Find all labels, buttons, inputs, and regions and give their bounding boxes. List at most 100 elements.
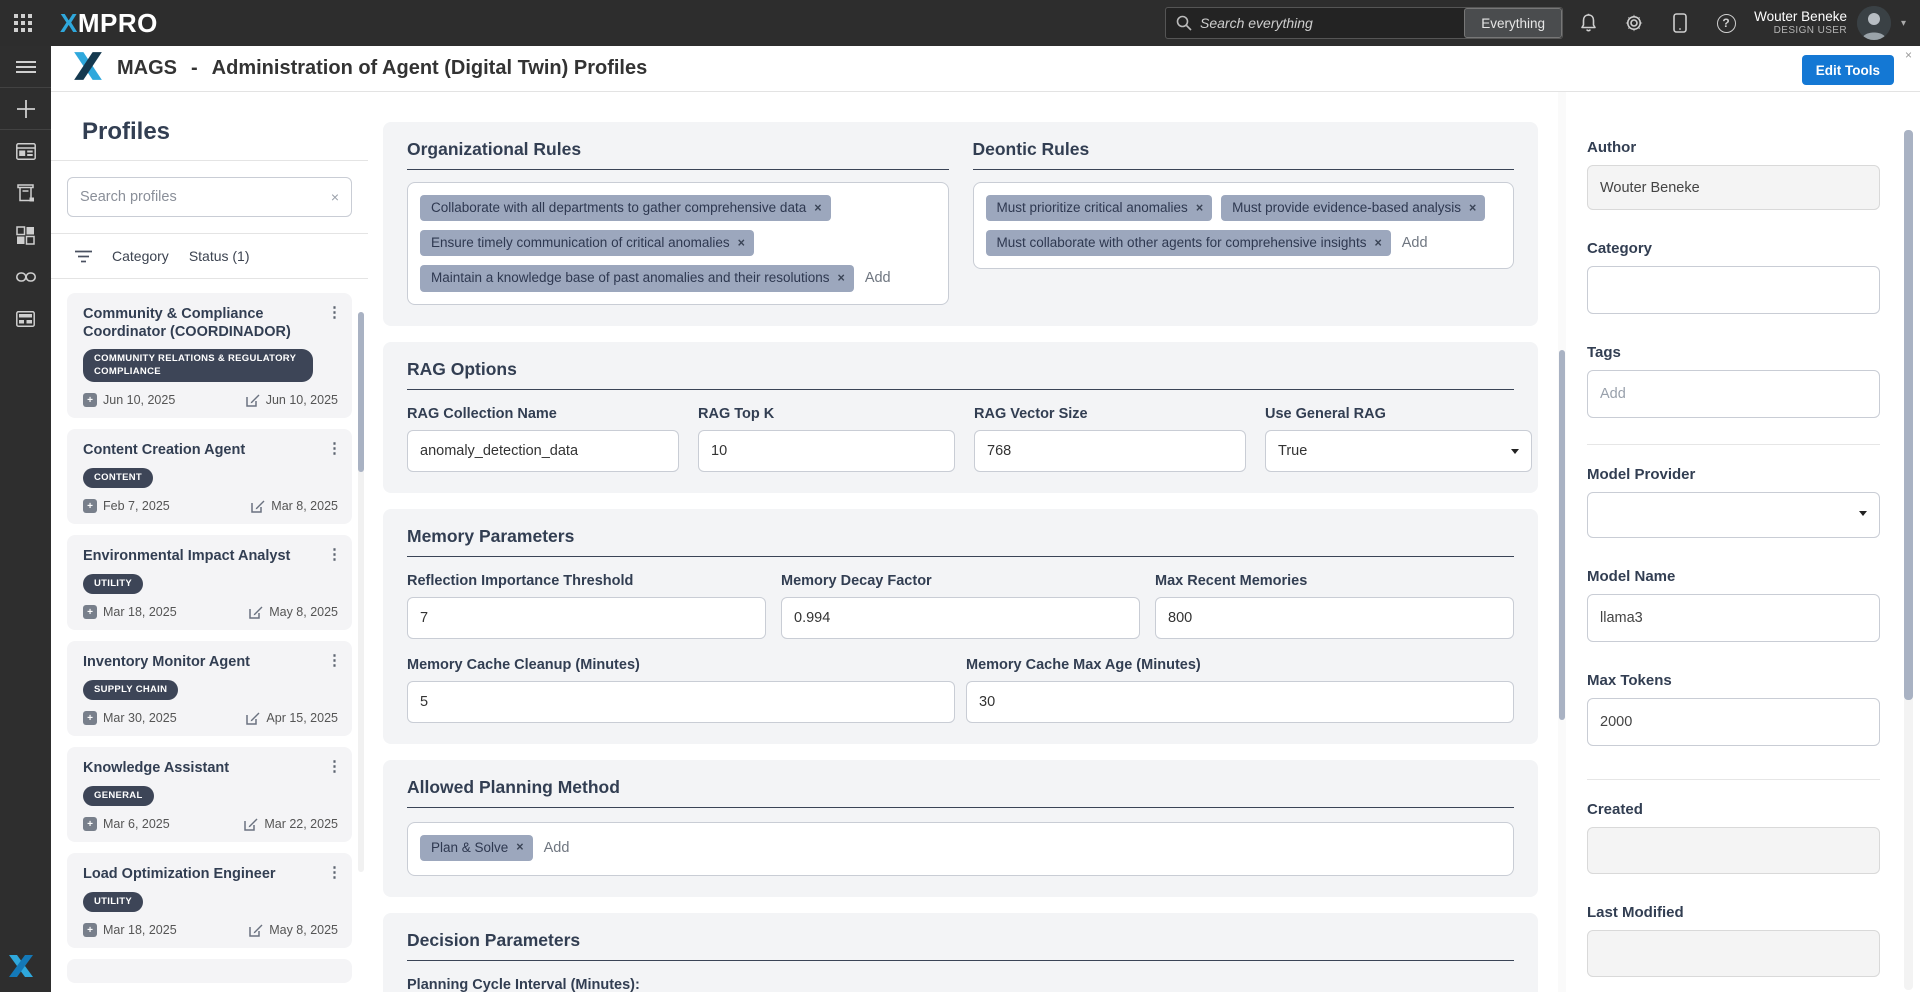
profile-card[interactable]: Community & Compliance Coordinator (COOR… bbox=[67, 293, 352, 418]
edit-icon bbox=[244, 817, 258, 831]
add-rule-button[interactable]: Add bbox=[1400, 230, 1430, 256]
user-menu[interactable]: Wouter Beneke DESIGN USER ▾ bbox=[1754, 0, 1906, 46]
remove-tag-icon[interactable]: × bbox=[1469, 201, 1476, 216]
kebab-menu-icon[interactable]: ⋮ bbox=[327, 303, 342, 321]
notifications-button[interactable] bbox=[1578, 13, 1598, 33]
profiles-sidebar: Profiles × Category Status (1) Community… bbox=[51, 92, 368, 992]
kebab-menu-icon[interactable]: ⋮ bbox=[327, 545, 342, 563]
mobile-app-button[interactable] bbox=[1670, 13, 1690, 33]
max-recent-memories-label: Max Recent Memories bbox=[1155, 573, 1514, 589]
report-icon bbox=[16, 184, 35, 202]
decision-parameters-title: Decision Parameters bbox=[407, 930, 1514, 961]
reflection-threshold-input[interactable] bbox=[407, 597, 766, 639]
last-modified-field: Last Modified bbox=[1587, 904, 1880, 977]
app-launcher-icon[interactable] bbox=[0, 13, 46, 33]
memory-decay-input[interactable] bbox=[781, 597, 1140, 639]
profile-card-partial[interactable] bbox=[67, 959, 352, 983]
remove-tag-icon[interactable]: × bbox=[516, 840, 523, 855]
add-rule-button[interactable]: Add bbox=[863, 265, 893, 291]
add-planning-method-button[interactable]: Add bbox=[542, 835, 572, 861]
details-scrollbar[interactable] bbox=[1904, 130, 1913, 990]
profile-dates: +Mar 18, 2025 May 8, 2025 bbox=[83, 923, 338, 937]
rail-item-connections[interactable] bbox=[0, 256, 51, 298]
profile-card[interactable]: Environmental Impact Analyst ⋮ UTILITY +… bbox=[67, 535, 352, 630]
profile-card[interactable]: Load Optimization Engineer ⋮ UTILITY +Ma… bbox=[67, 853, 352, 948]
modified-date-value: May 8, 2025 bbox=[269, 923, 338, 937]
modified-date-value: Mar 8, 2025 bbox=[271, 499, 338, 513]
details-divider bbox=[1587, 444, 1880, 445]
details-divider bbox=[1587, 779, 1880, 780]
profiles-search-input[interactable] bbox=[80, 189, 331, 205]
rail-item-data-views[interactable] bbox=[0, 298, 51, 340]
profile-card[interactable]: Knowledge Assistant ⋮ GENERAL +Mar 6, 20… bbox=[67, 747, 352, 842]
last-modified-label: Last Modified bbox=[1587, 904, 1880, 921]
profile-dates: +Mar 18, 2025 May 8, 2025 bbox=[83, 605, 338, 619]
sidebar-toggle-button[interactable] bbox=[0, 46, 51, 88]
created-date: +Feb 7, 2025 bbox=[83, 499, 170, 513]
category-input[interactable] bbox=[1587, 266, 1880, 314]
use-general-rag-value: True bbox=[1278, 443, 1307, 459]
use-general-rag-select[interactable]: True bbox=[1265, 430, 1532, 472]
remove-tag-icon[interactable]: × bbox=[1374, 236, 1381, 251]
kebab-menu-icon[interactable]: ⋮ bbox=[327, 863, 342, 881]
kebab-menu-icon[interactable]: ⋮ bbox=[327, 757, 342, 775]
kebab-menu-icon[interactable]: ⋮ bbox=[327, 439, 342, 457]
profile-card[interactable]: Content Creation Agent ⋮ CONTENT +Feb 7,… bbox=[67, 429, 352, 524]
global-search-input[interactable] bbox=[1200, 15, 1464, 31]
filter-category[interactable]: Category bbox=[112, 248, 169, 264]
profiles-scrollbar-thumb[interactable] bbox=[358, 312, 364, 472]
modified-date: May 8, 2025 bbox=[249, 605, 338, 619]
edit-tools-button[interactable]: Edit Tools bbox=[1802, 55, 1894, 85]
remove-tag-icon[interactable]: × bbox=[814, 201, 821, 216]
organizational-rules-tagbox[interactable]: Collaborate with all departments to gath… bbox=[407, 182, 949, 305]
model-name-input[interactable] bbox=[1587, 594, 1880, 642]
filter-status[interactable]: Status (1) bbox=[189, 248, 250, 264]
rail-item-blocks[interactable] bbox=[0, 214, 51, 256]
profiles-scrollbar[interactable] bbox=[358, 312, 364, 872]
add-new-button[interactable] bbox=[0, 88, 51, 130]
model-provider-select[interactable] bbox=[1587, 492, 1880, 538]
tags-input[interactable] bbox=[1587, 370, 1880, 418]
user-name: Wouter Beneke bbox=[1754, 9, 1847, 25]
modified-date-value: May 8, 2025 bbox=[269, 605, 338, 619]
x-logo-icon bbox=[8, 953, 34, 979]
remove-tag-icon[interactable]: × bbox=[838, 271, 845, 286]
rules-section: Organizational Rules Collaborate with al… bbox=[383, 122, 1538, 326]
profile-card[interactable]: Inventory Monitor Agent ⋮ SUPPLY CHAIN +… bbox=[67, 641, 352, 736]
planning-method-tagbox[interactable]: Plan & Solve× Add bbox=[407, 822, 1514, 876]
cache-cleanup-input[interactable] bbox=[407, 681, 955, 723]
rail-item-reports[interactable] bbox=[0, 172, 51, 214]
profile-dates: +Mar 6, 2025 Mar 22, 2025 bbox=[83, 817, 338, 831]
rule-tag: Maintain a knowledge base of past anomal… bbox=[420, 265, 854, 291]
filter-icon[interactable] bbox=[75, 250, 92, 263]
main-scrollbar-thumb[interactable] bbox=[1559, 350, 1565, 720]
rag-collection-label: RAG Collection Name bbox=[407, 406, 679, 422]
kebab-menu-icon[interactable]: ⋮ bbox=[327, 651, 342, 669]
model-provider-label: Model Provider bbox=[1587, 466, 1880, 483]
model-name-label: Model Name bbox=[1587, 568, 1880, 585]
remove-tag-icon[interactable]: × bbox=[738, 236, 745, 251]
cache-cleanup-label: Memory Cache Cleanup (Minutes) bbox=[407, 657, 955, 673]
settings-button[interactable] bbox=[1624, 13, 1644, 33]
rag-vector-input[interactable] bbox=[974, 430, 1246, 472]
cache-cleanup-field: Memory Cache Cleanup (Minutes) bbox=[407, 657, 955, 723]
cache-max-age-input[interactable] bbox=[966, 681, 1514, 723]
cache-max-age-field: Memory Cache Max Age (Minutes) bbox=[966, 657, 1514, 723]
remove-tag-icon[interactable]: × bbox=[1196, 201, 1203, 216]
clear-search-icon[interactable]: × bbox=[331, 189, 339, 205]
details-scrollbar-thumb[interactable] bbox=[1904, 130, 1913, 700]
rule-tag: Must prioritize critical anomalies× bbox=[986, 195, 1213, 221]
last-modified-value-box bbox=[1587, 930, 1880, 977]
profile-name: Inventory Monitor Agent bbox=[83, 654, 338, 672]
profiles-panel-title: Profiles bbox=[51, 92, 368, 161]
max-tokens-input[interactable] bbox=[1587, 698, 1880, 746]
main-scrollbar[interactable] bbox=[1558, 92, 1566, 992]
search-scope-button[interactable]: Everything bbox=[1464, 8, 1562, 38]
close-page-icon[interactable]: × bbox=[1905, 48, 1912, 62]
deontic-rules-tagbox[interactable]: Must prioritize critical anomalies× Must… bbox=[973, 182, 1515, 269]
rag-collection-input[interactable] bbox=[407, 430, 679, 472]
rail-item-dashboards[interactable] bbox=[0, 130, 51, 172]
max-recent-memories-input[interactable] bbox=[1155, 597, 1514, 639]
rag-topk-input[interactable] bbox=[698, 430, 955, 472]
help-button[interactable]: ? bbox=[1716, 13, 1736, 33]
